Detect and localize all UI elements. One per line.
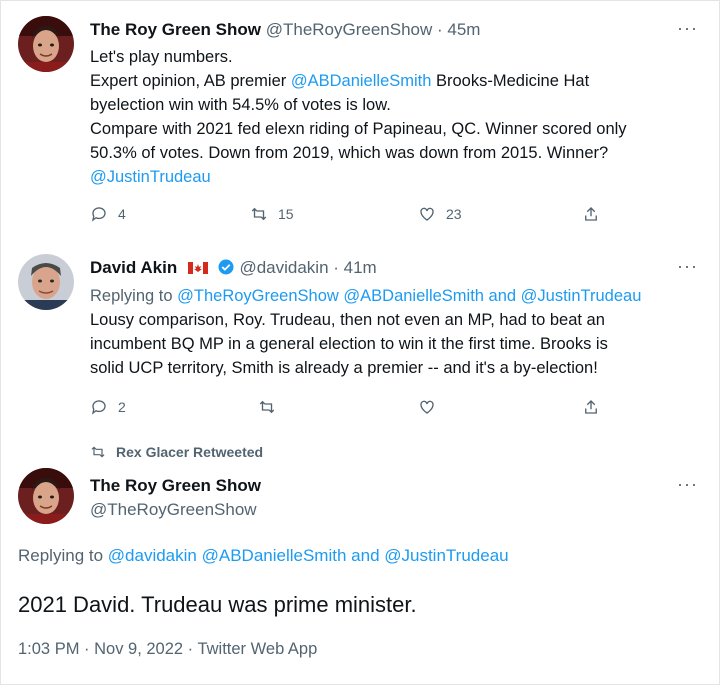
tweet-line: Expert opinion, AB premier @ABDanielleSm… (90, 69, 627, 93)
tweet-line: Compare with 2021 fed elexn riding of Pa… (90, 120, 627, 138)
like-button[interactable] (418, 398, 436, 416)
author-handle[interactable]: @TheRoyGreenShow (266, 20, 433, 39)
tweet-text-segment: Brooks-Medicine Hat (431, 72, 590, 90)
reply-button[interactable]: 2 (90, 398, 126, 416)
share-button[interactable] (582, 398, 600, 416)
more-icon[interactable]: ··· (677, 18, 698, 39)
tweet-line: Lousy comparison, Roy. Trudeau, then not… (90, 311, 605, 329)
mention-link[interactable]: @JustinTrudeau (90, 168, 211, 186)
retweeted-banner[interactable]: Rex Glacer Retweeted (90, 444, 263, 460)
reply-icon (91, 400, 106, 415)
retweet-count: 15 (278, 206, 294, 222)
tweet-text: Let's play numbers. Expert opinion, AB p… (90, 45, 627, 189)
retweet-icon (259, 400, 275, 414)
tweet-line: Let's play numbers. (90, 48, 233, 66)
share-button[interactable] (582, 205, 600, 223)
retweet-button[interactable]: 15 (250, 205, 294, 223)
reply-count: 4 (118, 206, 126, 222)
tweet-david-akin[interactable]: David Akin @davidakin · 41m ··· Replying… (0, 240, 720, 440)
verified-icon (218, 259, 234, 275)
tweet-line: byelection win with 54.5% of votes is lo… (90, 96, 391, 114)
author-name[interactable]: The Roy Green Show (90, 20, 261, 39)
replying-to: Replying to @TheRoyGreenShow @ABDanielle… (90, 284, 641, 308)
mention-link[interactable]: @ABDanielleSmith (343, 287, 484, 305)
tweet-time[interactable]: · 41m (333, 258, 376, 277)
tweet-roy-green-1[interactable]: The Roy Green Show @TheRoyGreenShow · 45… (0, 0, 720, 240)
retweet-icon (91, 446, 105, 458)
replying-prefix: Replying to (90, 287, 178, 305)
reply-count: 2 (118, 399, 126, 415)
tweet-line: @JustinTrudeau (90, 165, 627, 189)
tweet-text-segment: Expert opinion, AB premier (90, 72, 291, 90)
share-icon (585, 207, 597, 221)
replying-and: and (483, 287, 521, 305)
tweet-text: Replying to @TheRoyGreenShow @ABDanielle… (90, 284, 641, 380)
tweet-line: 50.3% of votes. Down from 2019, which wa… (90, 144, 609, 162)
tweet-header: The Roy Green Show @TheRoyGreenShow · 45… (90, 20, 480, 40)
tweet-line: solid UCP territory, Smith is already a … (90, 359, 598, 377)
retweet-icon (251, 207, 267, 221)
avatar-roy-green[interactable] (18, 16, 74, 72)
like-button[interactable]: 23 (418, 205, 462, 223)
author-name[interactable]: David Akin (90, 258, 177, 277)
mention-link[interactable]: @JustinTrudeau (521, 287, 642, 305)
mention-link[interactable]: @TheRoyGreenShow (177, 287, 339, 305)
share-icon (585, 400, 597, 414)
like-icon (420, 400, 434, 414)
tweet-time[interactable]: · 45m (437, 20, 480, 39)
tweet-header: David Akin @davidakin · 41m (90, 258, 377, 278)
tweet-line: incumbent BQ MP in a general election to… (90, 335, 608, 353)
retweeted-by-label: Rex Glacer Retweeted (116, 444, 264, 460)
avatar-david-akin-image (18, 254, 74, 310)
like-count: 23 (446, 206, 462, 222)
tweet-actions: 4 15 23 (90, 205, 610, 229)
mention-link[interactable]: @ABDanielleSmith (291, 72, 432, 90)
retweet-button[interactable] (258, 398, 276, 416)
reply-icon (91, 207, 106, 222)
tweet-actions: 2 (90, 398, 610, 422)
avatar-david-akin[interactable] (18, 254, 74, 310)
author-handle[interactable]: @davidakin (239, 258, 328, 277)
more-icon[interactable]: ··· (677, 256, 698, 277)
like-icon (420, 207, 434, 221)
avatar-roy-green-image (18, 16, 74, 72)
reply-button[interactable]: 4 (90, 205, 126, 223)
canada-flag-icon (187, 262, 208, 274)
